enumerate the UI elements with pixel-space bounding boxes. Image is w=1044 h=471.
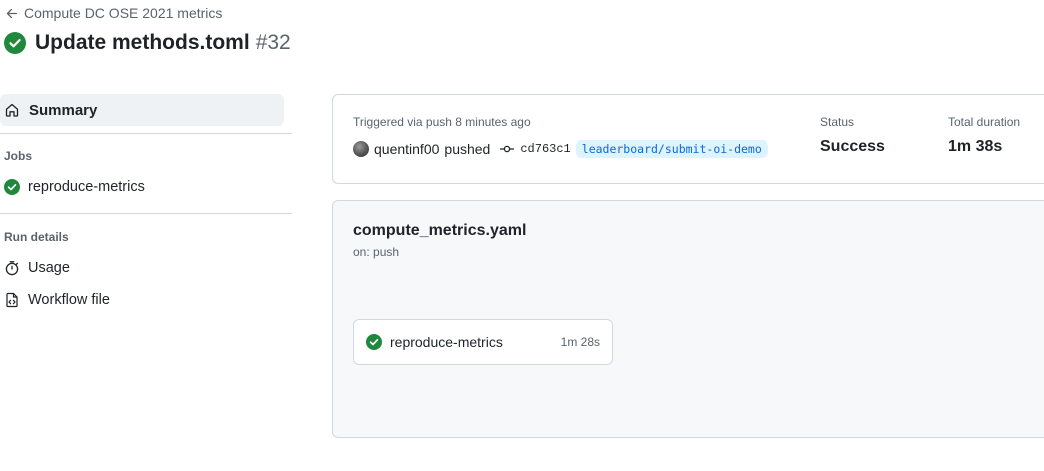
arrow-left-icon xyxy=(6,8,18,18)
sidebar-item-label: Workflow file xyxy=(28,292,110,308)
commit-sha[interactable]: cd763c1 xyxy=(520,142,570,156)
sidebar-item-label: reproduce-metrics xyxy=(28,179,145,195)
sidebar-item-label: Usage xyxy=(28,260,70,276)
divider xyxy=(0,213,292,214)
job-duration: 1m 28s xyxy=(560,335,600,349)
run-summary-card xyxy=(332,94,1044,184)
back-link-label: Compute DC OSE 2021 metrics xyxy=(24,5,223,21)
status-value: Success xyxy=(820,138,885,155)
push-action: pushed xyxy=(444,141,491,157)
sidebar-item-reproduce-metrics[interactable]: reproduce-metrics xyxy=(4,179,145,195)
pusher-name[interactable]: quentinf00 xyxy=(374,141,439,157)
workflow-file-name: compute_metrics.yaml xyxy=(353,222,527,239)
sidebar-item-summary[interactable]: Summary xyxy=(0,94,284,126)
file-code-icon xyxy=(6,292,18,308)
trigger-text: Triggered via push 8 minutes ago xyxy=(353,115,531,129)
run-number: #32 xyxy=(255,31,291,54)
workflow-trigger-event: on: push xyxy=(353,245,400,259)
stopwatch-icon xyxy=(5,261,19,276)
back-link[interactable]: Compute DC OSE 2021 metrics xyxy=(5,5,222,21)
check-circle-icon xyxy=(366,334,382,350)
duration-value: 1m 38s xyxy=(948,138,1003,155)
divider xyxy=(0,133,292,134)
check-circle-icon xyxy=(4,32,26,54)
avatar[interactable] xyxy=(353,141,369,157)
jobs-heading: Jobs xyxy=(4,149,33,163)
home-icon xyxy=(5,103,19,117)
sidebar-item-usage[interactable]: Usage xyxy=(4,260,70,276)
duration-label: Total duration xyxy=(948,115,1021,129)
job-node-reproduce-metrics[interactable]: reproduce-metrics 1m 28s xyxy=(353,319,613,365)
sidebar-item-workflow-file[interactable]: Workflow file xyxy=(4,292,110,308)
job-name: reproduce-metrics xyxy=(390,334,503,350)
run-title: Update methods.toml xyxy=(35,31,250,54)
git-commit-icon xyxy=(500,145,515,153)
branch-tag[interactable]: leaderboard/submit-oi-demo xyxy=(575,140,768,158)
sidebar-item-label: Summary xyxy=(29,101,98,119)
page-title: Update methods.toml #32 xyxy=(4,31,291,55)
push-info: quentinf00 pushed cd763c1 leaderboard/su… xyxy=(353,140,768,158)
status-label: Status xyxy=(820,115,855,129)
check-circle-icon xyxy=(4,179,20,195)
run-details-heading: Run details xyxy=(4,230,69,244)
